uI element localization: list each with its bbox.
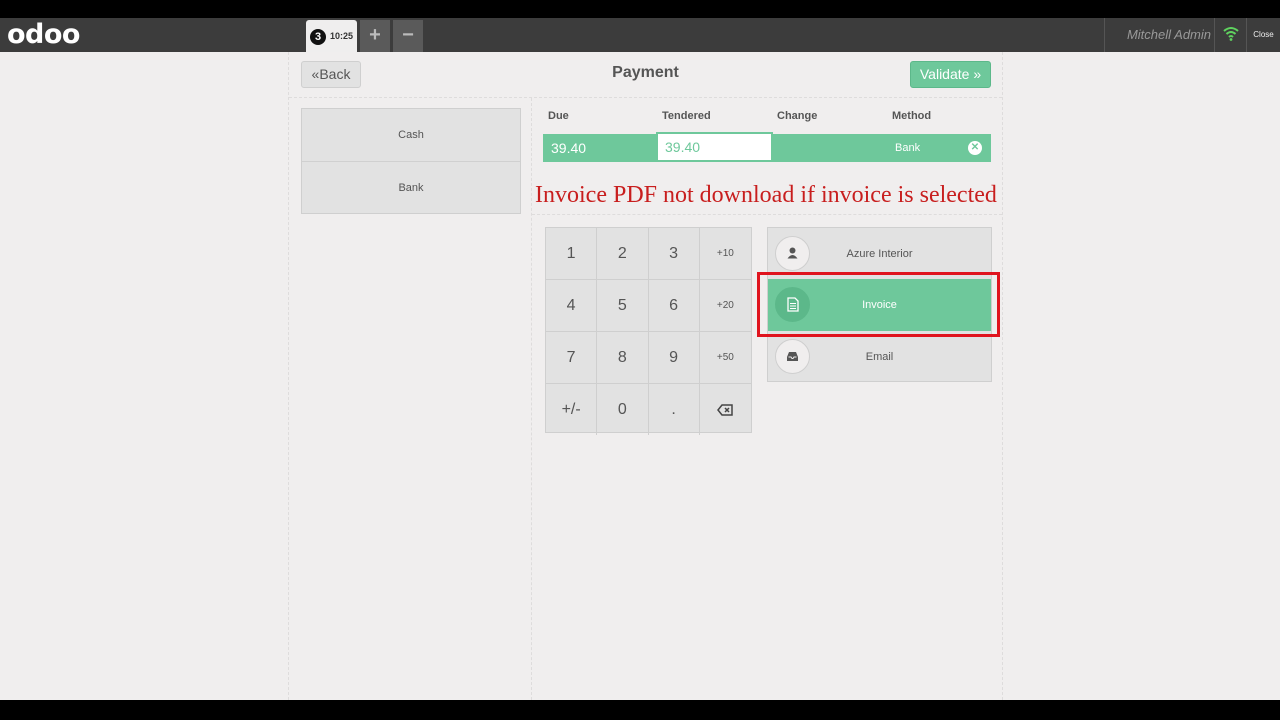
payment-line-method: Bank — [895, 142, 921, 154]
close-button[interactable]: Close — [1246, 18, 1280, 52]
numpad-key-4[interactable]: 4 — [546, 280, 598, 332]
order-time: 10:25 — [330, 31, 354, 41]
payment-content: «Back Payment Validate » Cash Bank Due T… — [288, 52, 1003, 700]
delete-line-icon[interactable]: ✕ — [968, 141, 982, 155]
annotation-text: Invoice PDF not download if invoice is s… — [535, 182, 997, 208]
user-name: Mitchell Admin — [1104, 18, 1212, 52]
payment-line-due: 39.40 — [551, 140, 587, 156]
double-chevron-right-icon: » — [969, 66, 982, 82]
numpad-key-6[interactable]: 6 — [648, 280, 700, 332]
add-order-button[interactable]: + — [360, 20, 390, 52]
wifi-icon[interactable] — [1214, 18, 1246, 52]
numpad: 1 2 3 +10 4 5 6 +20 7 8 9 +50 +/- 0 . — [545, 227, 752, 435]
payment-method-list: Cash Bank — [301, 108, 521, 214]
change-header: Change — [777, 110, 818, 122]
numpad-key-0[interactable]: 0 — [597, 384, 649, 435]
method-header: Method — [892, 110, 932, 122]
backspace-icon — [717, 404, 734, 416]
numpad-key-9[interactable]: 9 — [648, 332, 700, 384]
numpad-key-7[interactable]: 7 — [546, 332, 598, 384]
tendered-header: Tendered — [662, 110, 711, 122]
payment-screen: «Back Payment Validate » Cash Bank Due T… — [0, 52, 1280, 700]
numpad-key-dot[interactable]: . — [649, 384, 700, 435]
email-button[interactable]: Email — [768, 331, 991, 383]
numpad-key-backspace[interactable] — [700, 384, 751, 435]
annotation-highlight-box — [757, 272, 1000, 337]
validate-button[interactable]: Validate » — [910, 61, 991, 88]
numpad-key-3[interactable]: 3 — [648, 228, 700, 280]
order-number-badge: 3 — [310, 29, 326, 45]
paymentlines-divider — [532, 214, 1002, 215]
email-label: Email — [865, 351, 894, 363]
page-title: Payment — [612, 64, 679, 81]
remove-order-button[interactable]: − — [393, 20, 423, 52]
column-divider — [531, 98, 532, 700]
payment-line[interactable]: 39.40 39.40 Bank ✕ — [543, 132, 991, 162]
numpad-key-plus-10[interactable]: +10 — [699, 228, 751, 280]
numpad-key-2[interactable]: 2 — [597, 228, 649, 280]
numpad-key-8[interactable]: 8 — [597, 332, 649, 384]
numpad-key-plus-20[interactable]: +20 — [699, 280, 751, 332]
numpad-key-plus-minus[interactable]: +/- — [546, 384, 598, 435]
tendered-input[interactable]: 39.40 — [656, 132, 773, 162]
header-divider — [289, 97, 1002, 98]
numpad-key-1[interactable]: 1 — [546, 228, 598, 280]
numpad-key-plus-50[interactable]: +50 — [699, 332, 751, 384]
payment-method-bank[interactable]: Bank — [302, 161, 520, 213]
due-header: Due — [548, 110, 569, 122]
order-tab[interactable]: 3 10:25 — [306, 20, 357, 52]
numpad-key-5[interactable]: 5 — [597, 280, 649, 332]
validate-label: Validate — [919, 66, 970, 82]
top-bar: odoo 3 10:25 + − Mitchell Admin Close — [0, 18, 1280, 52]
odoo-logo: odoo — [7, 19, 80, 50]
payment-method-cash[interactable]: Cash — [302, 109, 520, 161]
